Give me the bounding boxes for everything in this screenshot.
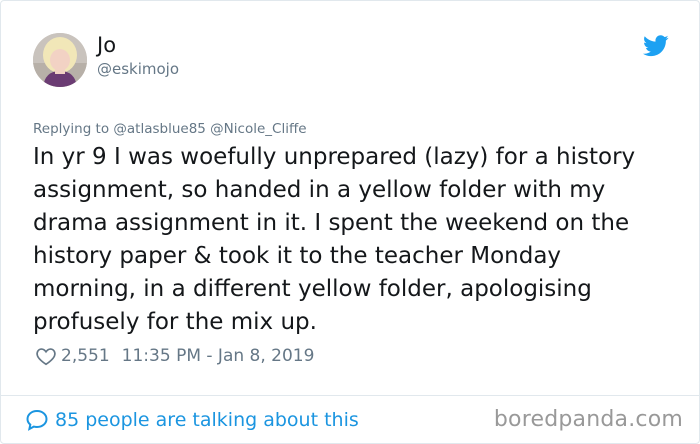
heart-outline-icon[interactable] bbox=[35, 345, 57, 367]
speech-bubble-icon bbox=[26, 409, 48, 431]
reply-mentions[interactable]: @atlasblue85 @Nicole_Cliffe bbox=[113, 121, 306, 137]
twitter-bird-icon[interactable] bbox=[643, 35, 669, 57]
user-handle[interactable]: @eskimojo bbox=[97, 59, 179, 79]
avatar-photo bbox=[33, 33, 87, 87]
tweet-card: Jo @eskimojo Replying to @atlasblue85 @N… bbox=[0, 0, 700, 444]
like-count[interactable]: 2,551 bbox=[61, 346, 110, 366]
conversation-count-label: 85 people are talking about this bbox=[55, 409, 359, 431]
conversation-link[interactable]: 85 people are talking about this bbox=[25, 405, 359, 435]
avatar[interactable] bbox=[33, 33, 87, 87]
display-name[interactable]: Jo bbox=[97, 31, 116, 59]
tweet-meta: 2,551 11:35 PM - Jan 8, 2019 bbox=[35, 343, 314, 369]
tweet-timestamp[interactable]: 11:35 PM - Jan 8, 2019 bbox=[122, 346, 315, 366]
watermark: boredpanda.com bbox=[493, 407, 683, 432]
footer-divider bbox=[1, 395, 699, 396]
replying-to-prefix: Replying to bbox=[33, 121, 110, 137]
tweet-text: In yr 9 I was woefully unprepared (lazy)… bbox=[33, 144, 636, 335]
replying-to: Replying to @atlasblue85 @Nicole_Cliffe bbox=[33, 119, 307, 139]
